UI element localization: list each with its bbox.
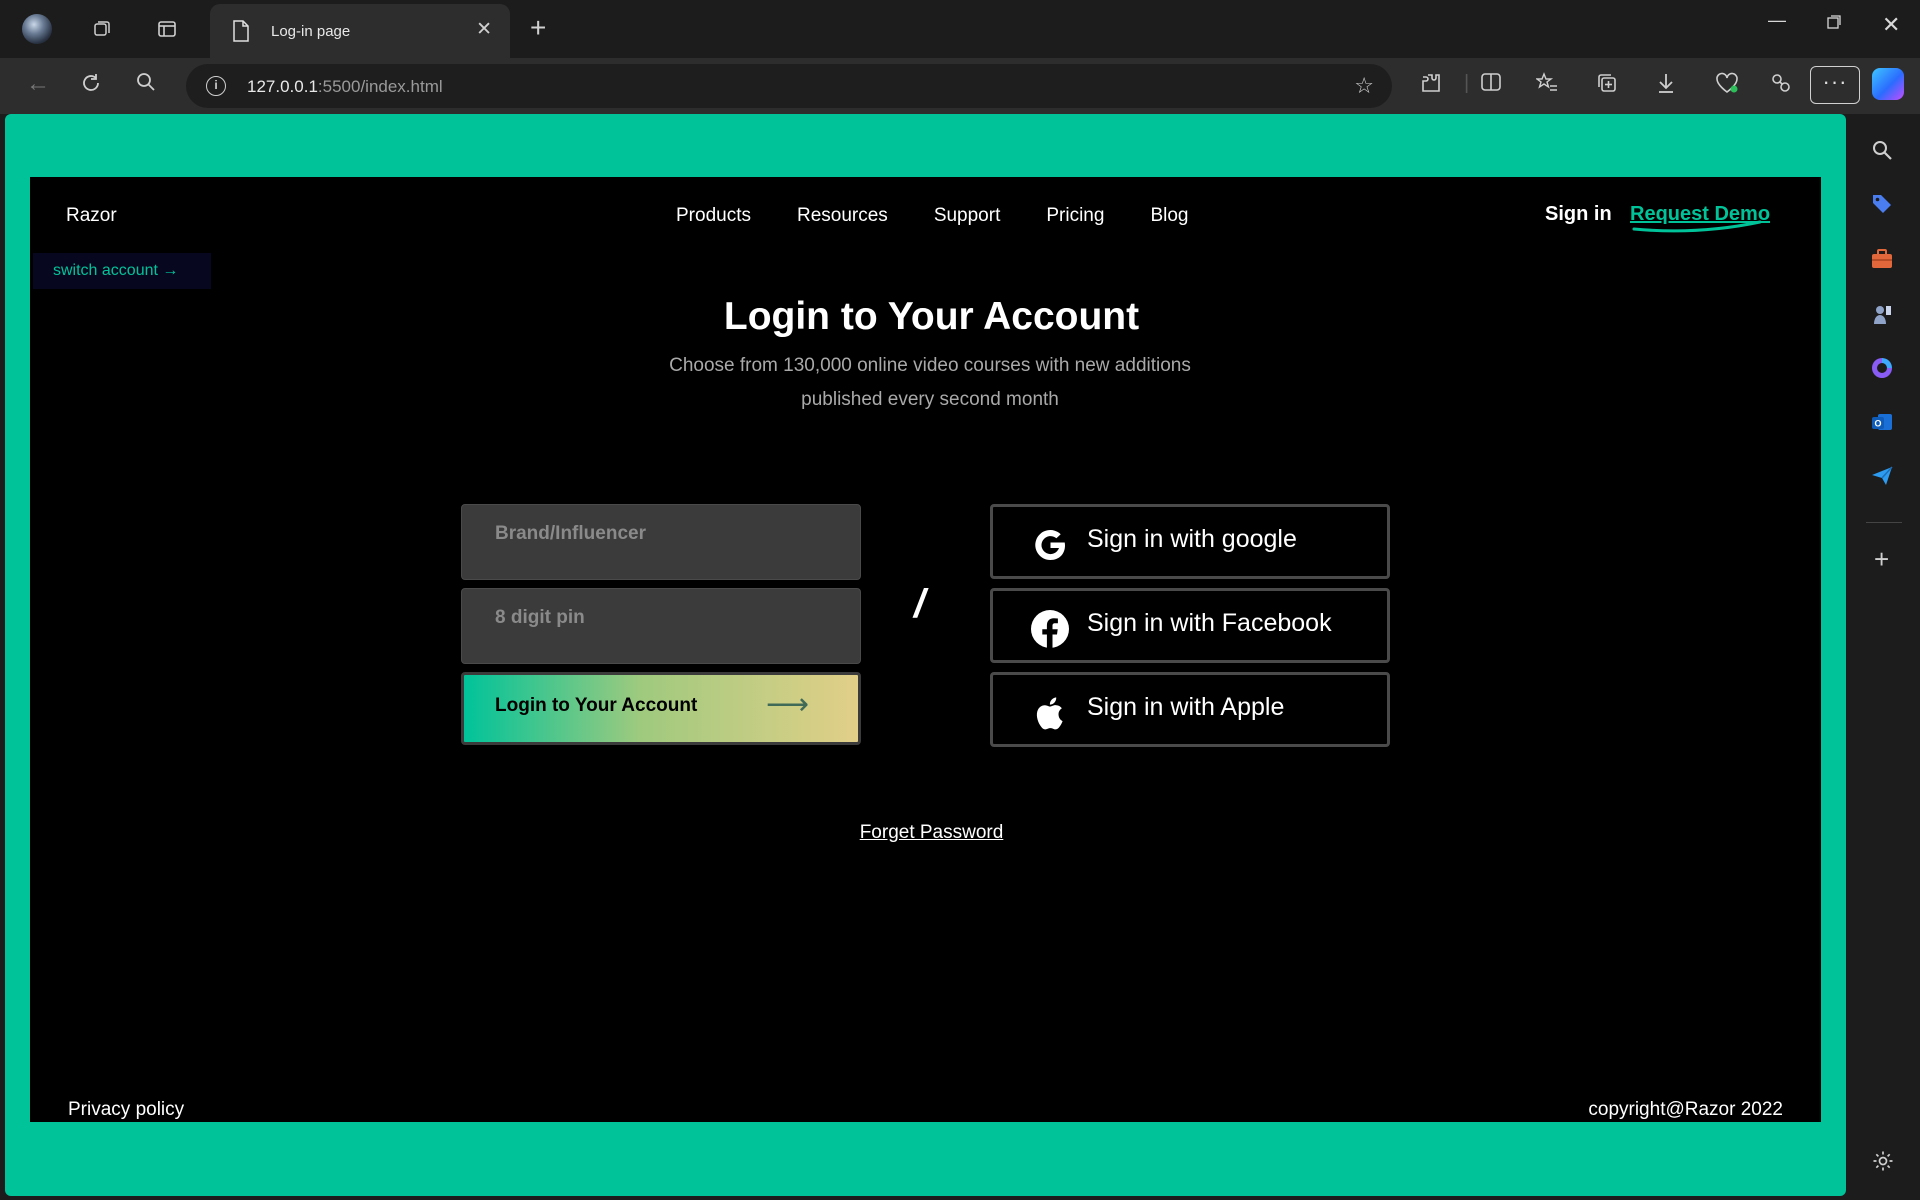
apple-sign-in-label: Sign in with Apple — [1087, 693, 1285, 721]
pin-field — [461, 588, 861, 664]
nav-item-support[interactable]: Support — [934, 205, 1001, 227]
google-sign-in-label: Sign in with google — [1087, 525, 1297, 553]
brand-logo-text[interactable]: Razor — [66, 205, 117, 227]
page-subtitle: Choose from 130,000 online video courses… — [669, 355, 1191, 410]
privacy-policy-link[interactable]: Privacy policy — [68, 1099, 184, 1121]
address-bar[interactable]: i 127.0.0.1:5500/index.html ☆ — [186, 64, 1392, 108]
favorites-icon[interactable] — [1534, 72, 1558, 100]
browser-toolbar: ← i 127.0.0.1:5500/index.html ☆ | ··· — [0, 58, 1920, 114]
add-icon[interactable]: + — [1874, 544, 1889, 575]
page-title: Login to Your Account — [723, 295, 1140, 338]
search-icon[interactable] — [1870, 138, 1896, 164]
google-icon — [1029, 524, 1071, 566]
document-icon — [232, 20, 250, 47]
brand-influencer-field — [461, 504, 861, 580]
forgot-password-link[interactable]: Forget Password — [860, 822, 1004, 843]
copyright-text: copyright@Razor 2022 — [1588, 1099, 1783, 1120]
nav-item-blog[interactable]: Blog — [1150, 205, 1188, 227]
chess-icon[interactable] — [1870, 302, 1896, 328]
apple-icon — [1029, 692, 1071, 734]
active-tab[interactable]: Log-in page ✕ — [210, 4, 510, 58]
browser-sidebar: O + — [1846, 114, 1920, 1200]
brand-influencer-input[interactable] — [462, 505, 860, 579]
arrow-right-icon: ⟶ — [766, 688, 810, 721]
login-button-label: Login to Your Account — [495, 695, 698, 716]
downloads-icon[interactable] — [1656, 72, 1676, 100]
send-icon[interactable] — [1870, 464, 1896, 490]
workspaces-icon[interactable] — [85, 13, 119, 45]
sidebar-divider — [1866, 522, 1902, 523]
main-nav: Products Resources Support Pricing Blog — [676, 205, 1234, 227]
facebook-sign-in-label: Sign in with Facebook — [1087, 609, 1332, 637]
browser-tab-bar: Log-in page ✕ + — ✕ — [0, 0, 1920, 58]
login-page: Razor Products Resources Support Pricing… — [30, 177, 1821, 1122]
favorite-star-icon[interactable]: ☆ — [1354, 73, 1374, 99]
sign-in-link[interactable]: Sign in — [1545, 203, 1612, 226]
apple-sign-in-button[interactable]: Sign in with Apple — [990, 672, 1390, 747]
switch-account-link[interactable]: switch account → — [33, 253, 211, 289]
demo-underline-swoosh — [1632, 220, 1762, 233]
or-divider: / — [914, 582, 926, 626]
refresh-icon[interactable] — [80, 72, 102, 100]
nav-item-resources[interactable]: Resources — [797, 205, 888, 227]
split-screen-icon[interactable] — [1480, 72, 1502, 98]
briefcase-icon[interactable] — [1870, 248, 1896, 274]
google-sign-in-button[interactable]: Sign in with google — [990, 504, 1390, 579]
new-tab-icon[interactable]: + — [530, 12, 546, 44]
tab-actions-icon[interactable] — [150, 13, 184, 45]
extensions-icon[interactable] — [1420, 72, 1442, 100]
copilot-icon[interactable] — [1870, 356, 1896, 382]
minimize-icon[interactable]: — — [1768, 10, 1786, 31]
page-viewport: Razor Products Resources Support Pricing… — [5, 114, 1846, 1196]
nav-item-products[interactable]: Products — [676, 205, 751, 227]
collections-icon[interactable] — [1596, 72, 1618, 100]
search-icon[interactable] — [136, 72, 156, 98]
copilot-icon[interactable] — [1872, 68, 1904, 100]
site-info-icon[interactable]: i — [206, 76, 226, 96]
facebook-sign-in-button[interactable]: Sign in with Facebook — [990, 588, 1390, 663]
profile-avatar[interactable] — [22, 14, 52, 44]
login-button[interactable]: Login to Your Account ⟶ — [461, 672, 861, 745]
toolbar-divider: | — [1464, 72, 1470, 94]
svg-text:O: O — [1874, 419, 1881, 429]
outlook-icon[interactable]: O — [1870, 410, 1896, 436]
back-icon[interactable]: ← — [26, 70, 50, 98]
close-tab-icon[interactable]: ✕ — [476, 18, 492, 41]
forgot-password-row: Forget Password — [30, 822, 1833, 844]
url-text[interactable]: 127.0.0.1:5500/index.html — [247, 77, 443, 97]
tab-title: Log-in page — [271, 23, 351, 40]
nav-item-pricing[interactable]: Pricing — [1046, 205, 1104, 227]
close-window-icon[interactable]: ✕ — [1882, 12, 1900, 38]
settings-icon[interactable] — [1872, 1150, 1894, 1179]
facebook-icon — [1029, 608, 1071, 650]
pin-input[interactable] — [462, 589, 860, 663]
browser-essentials-icon[interactable] — [1715, 72, 1739, 100]
restore-icon[interactable] — [1826, 14, 1842, 35]
tag-icon[interactable] — [1870, 192, 1896, 218]
performance-icon[interactable] — [1770, 72, 1792, 100]
settings-more-button[interactable]: ··· — [1810, 66, 1860, 104]
